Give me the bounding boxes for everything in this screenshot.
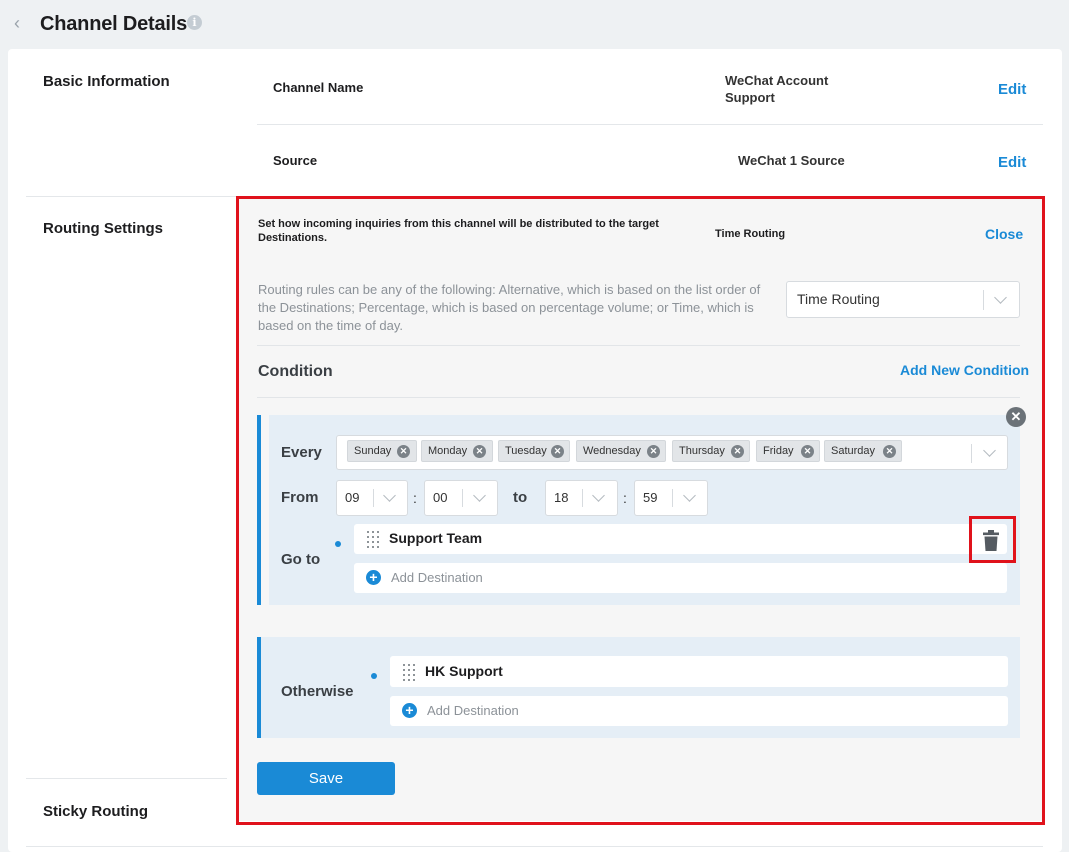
source-label: Source (273, 153, 318, 168)
add-new-condition-link[interactable]: Add New Condition (900, 362, 1029, 378)
plus-circle-icon[interactable]: + (402, 703, 417, 718)
day-tag-label: Monday (428, 445, 468, 457)
to-hour-value: 18 (554, 490, 569, 505)
remove-tag-icon[interactable]: ✕ (551, 445, 564, 458)
channel-name-label: Channel Name (273, 80, 364, 95)
chevron-down-icon (994, 291, 1007, 304)
time-separator: : (413, 490, 417, 506)
add-destination-row[interactable]: + Add Destination (354, 563, 1007, 593)
info-icon[interactable]: i (187, 15, 202, 30)
to-minute-value: 59 (643, 490, 658, 505)
chevron-down-icon (683, 489, 696, 502)
highlight-box (969, 516, 1016, 563)
basic-information-heading: Basic Information (43, 73, 170, 90)
select-separator (462, 489, 463, 507)
goto-label: Go to (281, 551, 321, 568)
from-hour-select[interactable]: 09 (336, 480, 408, 516)
select-separator (672, 489, 673, 507)
day-tag-monday: Monday ✕ (421, 440, 493, 462)
otherwise-add-destination-row[interactable]: + Add Destination (390, 696, 1008, 726)
remove-tag-icon[interactable]: ✕ (473, 445, 486, 458)
every-label: Every (281, 444, 322, 461)
otherwise-destination-name: HK Support (425, 663, 503, 679)
day-tag-sunday: Sunday ✕ (347, 440, 417, 462)
close-routing-link[interactable]: Close (985, 226, 1023, 242)
day-tag-label: Wednesday (583, 445, 641, 457)
sticky-routing-heading: Sticky Routing (43, 803, 149, 820)
divider (26, 778, 227, 779)
day-tag-label: Friday (763, 445, 794, 457)
from-label: From (281, 489, 319, 506)
day-tag-friday: Friday ✕ (756, 440, 820, 462)
chevron-down-icon (473, 489, 486, 502)
divider (26, 196, 1043, 197)
chevron-down-icon (983, 444, 996, 457)
select-separator (582, 489, 583, 507)
day-tag-wednesday: Wednesday ✕ (576, 440, 666, 462)
day-tag-label: Tuesday (505, 445, 547, 457)
page-title: Channel Details (40, 13, 188, 35)
drag-handle-icon[interactable] (403, 664, 415, 681)
from-minute-value: 00 (433, 490, 448, 505)
select-separator (983, 290, 984, 310)
back-chevron-icon[interactable]: ‹ (14, 12, 28, 34)
select-separator (373, 489, 374, 507)
drag-handle-icon[interactable] (367, 531, 379, 548)
day-tag-label: Thursday (679, 445, 725, 457)
remove-tag-icon[interactable]: ✕ (647, 445, 660, 458)
condition-heading: Condition (258, 363, 333, 380)
chevron-down-icon (592, 489, 605, 502)
day-tag-thursday: Thursday ✕ (672, 440, 750, 462)
bullet-dot (335, 541, 341, 547)
divider (26, 846, 1043, 847)
to-minute-select[interactable]: 59 (634, 480, 708, 516)
from-hour-value: 09 (345, 490, 360, 505)
add-destination-label: Add Destination (391, 570, 483, 585)
remove-tag-icon[interactable]: ✕ (883, 445, 896, 458)
from-minute-select[interactable]: 00 (424, 480, 498, 516)
routing-type-select[interactable]: Time Routing (786, 281, 1020, 318)
destination-name: Support Team (389, 530, 483, 546)
edit-channel-name-link[interactable]: Edit (998, 81, 1026, 98)
to-hour-select[interactable]: 18 (545, 480, 618, 516)
otherwise-destination-row[interactable]: HK Support (390, 656, 1008, 687)
day-tag-label: Saturday (831, 445, 876, 457)
days-multiselect[interactable]: Sunday ✕ Monday ✕ Tuesday ✕ Wednesday ✕ … (336, 435, 1008, 470)
routing-intro-text: Set how incoming inquiries from this cha… (258, 218, 659, 244)
day-tag-tuesday: Tuesday ✕ (498, 440, 570, 462)
destination-row[interactable]: Support Team (354, 524, 1007, 554)
remove-tag-icon[interactable]: ✕ (731, 445, 744, 458)
bullet-dot (371, 673, 377, 679)
remove-tag-icon[interactable]: ✕ (801, 445, 814, 458)
divider (257, 345, 1020, 346)
source-value: WeChat 1 Source (738, 153, 845, 168)
time-separator: : (623, 490, 627, 506)
otherwise-label: Otherwise (281, 683, 354, 700)
divider (257, 124, 1043, 125)
select-separator (971, 444, 972, 463)
routing-help-text: Routing rules can be any of the followin… (258, 282, 761, 333)
save-button[interactable]: Save (257, 762, 395, 795)
channel-name-value: WeChat Account Support (725, 73, 829, 105)
otherwise-add-destination-label: Add Destination (427, 703, 519, 718)
remove-tag-icon[interactable]: ✕ (397, 445, 410, 458)
day-tag-label: Sunday (354, 445, 392, 457)
routing-type-value: Time Routing (797, 291, 880, 307)
routing-settings-heading: Routing Settings (43, 220, 163, 237)
condition-accent-bar (257, 415, 261, 605)
current-routing-type: Time Routing (715, 228, 786, 240)
chevron-down-icon (383, 489, 396, 502)
plus-circle-icon[interactable]: + (366, 570, 381, 585)
to-label: to (513, 489, 528, 506)
day-tag-saturday: Saturday ✕ (824, 440, 902, 462)
divider (257, 397, 1020, 398)
remove-condition-icon[interactable]: ✕ (1006, 407, 1026, 427)
edit-source-link[interactable]: Edit (998, 154, 1026, 171)
